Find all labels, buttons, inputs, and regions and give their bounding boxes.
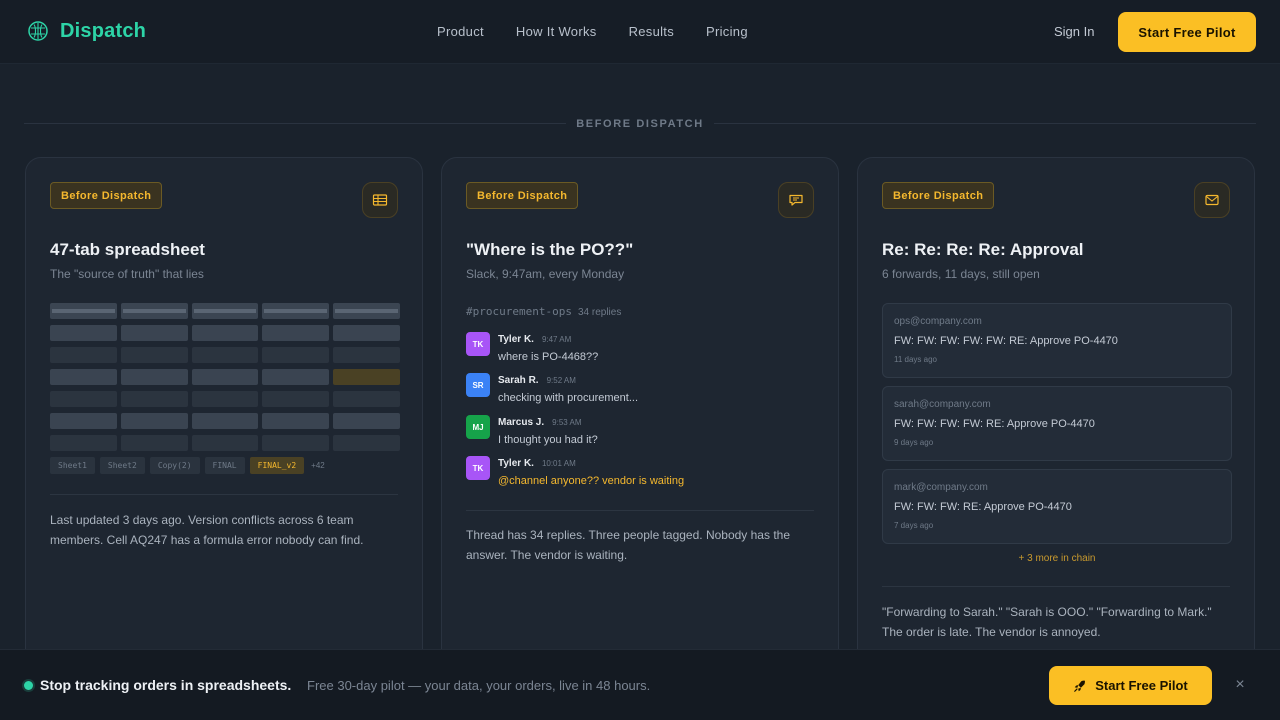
email-subject: FW: FW: FW: FW: RE: Approve PO-4470: [894, 418, 1095, 430]
section-label: BEFORE DISPATCH: [0, 118, 1280, 130]
card-subtitle: Slack, 9:47am, every Monday: [466, 267, 625, 281]
card-subtitle: 6 forwards, 11 days, still open: [882, 267, 1040, 281]
card-spreadsheet: Before Dispatch 47-tab spreadsheet The "…: [25, 157, 423, 697]
email-age: 9 days ago: [894, 438, 934, 447]
card-icon-badge: [1194, 182, 1230, 218]
card-title: Re: Re: Re: Re: Approval: [882, 240, 1084, 259]
sheet-tab: FINAL: [204, 457, 245, 474]
message-time: 10:01 AM: [541, 459, 576, 468]
card-email: Before Dispatch Re: Re: Re: Re: Approval…: [857, 157, 1255, 697]
start-free-pilot-bar-button[interactable]: Start Free Pilot: [1049, 666, 1212, 705]
avatar: MJ: [466, 415, 490, 439]
nav-links: Product How It Works Results Pricing: [437, 24, 748, 39]
brain-logo-icon: [28, 21, 48, 41]
avatar: TK: [466, 456, 490, 480]
card-title: "Where is the PO??": [466, 240, 634, 259]
card-divider: [50, 494, 398, 495]
email-item: sarah@company.com FW: FW: FW: FW: RE: Ap…: [882, 386, 1232, 461]
email-from: ops@company.com: [894, 316, 982, 327]
sticky-cta-bar: Stop tracking orders in spreadsheets. Fr…: [0, 649, 1280, 720]
before-dispatch-badge: Before Dispatch: [50, 182, 163, 209]
card-description: Last updated 3 days ago. Version conflic…: [50, 513, 364, 547]
top-nav: Dispatch Product How It Works Results Pr…: [0, 0, 1280, 64]
message-author: Tyler K.: [498, 334, 534, 345]
sheet-row: [50, 435, 400, 451]
email-subject: FW: FW: FW: RE: Approve PO-4470: [894, 501, 1072, 513]
card-divider: [882, 586, 1230, 587]
sheet-tab-active: FINAL_v2: [249, 457, 305, 474]
close-icon[interactable]: ×: [1232, 677, 1248, 693]
more-in-chain: + 3 more in chain: [1018, 553, 1096, 564]
message-time: 9:47 AM: [541, 335, 572, 344]
spreadsheet-preview: Sheet1 Sheet2 Copy(2) FINAL FINAL_v2 +42: [50, 303, 400, 474]
before-dispatch-badge: Before Dispatch: [882, 182, 995, 209]
message-time: 9:52 AM: [546, 376, 576, 385]
email-item: ops@company.com FW: FW: FW: FW: FW: RE: …: [882, 303, 1232, 378]
nav-link-pricing[interactable]: Pricing: [706, 24, 748, 39]
avatar: SR: [466, 373, 490, 397]
message-text: I thought you had it?: [498, 434, 598, 446]
email-item: mark@company.com FW: FW: FW: RE: Approve…: [882, 469, 1232, 544]
card-slack: Before Dispatch "Where is the PO??" Slac…: [441, 157, 839, 697]
channel-name: #procurement-ops: [466, 305, 572, 318]
sheet-tab: Sheet1: [50, 457, 95, 474]
message-text: where is PO-4468??: [498, 351, 599, 363]
card-divider: [466, 510, 814, 511]
message-text-mention: @channel anyone?? vendor is waiting: [498, 475, 685, 487]
message-author: Tyler K.: [498, 458, 534, 469]
mail-icon: [1205, 194, 1219, 206]
status-dot: [24, 681, 33, 690]
nav-link-product[interactable]: Product: [437, 24, 484, 39]
card-subtitle: The "source of truth" that lies: [50, 267, 204, 281]
email-age: 11 days ago: [894, 355, 937, 364]
card-description: "Forwarding to Sarah." "Sarah is OOO." "…: [882, 605, 1212, 639]
card-title: 47-tab spreadsheet: [50, 240, 205, 259]
email-from: mark@company.com: [894, 482, 988, 493]
email-from: sarah@company.com: [894, 399, 991, 410]
message-author: Marcus J.: [498, 417, 545, 428]
error-cell: [333, 369, 400, 385]
card-icon-badge: [362, 182, 398, 218]
message-time: 9:53 AM: [552, 418, 582, 427]
sign-in-link[interactable]: Sign In: [1054, 24, 1094, 39]
sheet-tab: Copy(2): [149, 457, 200, 474]
sheet-row: [50, 325, 400, 341]
nav-link-results[interactable]: Results: [629, 24, 674, 39]
sheet-tabs-more: +42: [311, 461, 325, 470]
card-description: Thread has 34 replies. Three people tagg…: [466, 528, 790, 562]
message-text: checking with procurement...: [498, 392, 639, 404]
start-free-pilot-button[interactable]: Start Free Pilot: [1118, 12, 1256, 52]
sheet-header-row: [50, 303, 400, 319]
brand-name: Dispatch: [60, 19, 147, 42]
before-dispatch-badge: Before Dispatch: [466, 182, 579, 209]
slack-channel: #procurement-ops 34 replies: [466, 305, 621, 318]
message-author: Sarah R.: [498, 375, 539, 386]
cta-bar-title: Stop tracking orders in spreadsheets.: [40, 677, 292, 693]
chat-icon: [789, 194, 803, 206]
spreadsheet-icon: [372, 194, 388, 206]
brand-logo-link[interactable]: Dispatch: [26, 19, 146, 43]
sheet-tab: Sheet2: [99, 457, 145, 474]
card-icon-badge: [778, 182, 814, 218]
nav-link-how-it-works[interactable]: How It Works: [516, 24, 597, 39]
email-age: 7 days ago: [894, 521, 934, 530]
start-free-pilot-bar-label: Start Free Pilot: [1095, 678, 1188, 693]
avatar: TK: [466, 332, 490, 356]
email-subject: FW: FW: FW: FW: FW: RE: Approve PO-4470: [894, 335, 1118, 347]
sheet-tabs: Sheet1 Sheet2 Copy(2) FINAL FINAL_v2 +42: [50, 457, 400, 474]
reply-count: 34 replies: [577, 307, 622, 318]
section-label-text: BEFORE DISPATCH: [566, 118, 714, 130]
sheet-row: [50, 369, 400, 385]
cta-bar-subtitle: Free 30-day pilot — your data, your orde…: [307, 678, 651, 693]
sheet-row: [50, 391, 400, 407]
sheet-row: [50, 347, 400, 363]
rocket-icon: [1074, 680, 1086, 692]
sheet-row: [50, 413, 400, 429]
